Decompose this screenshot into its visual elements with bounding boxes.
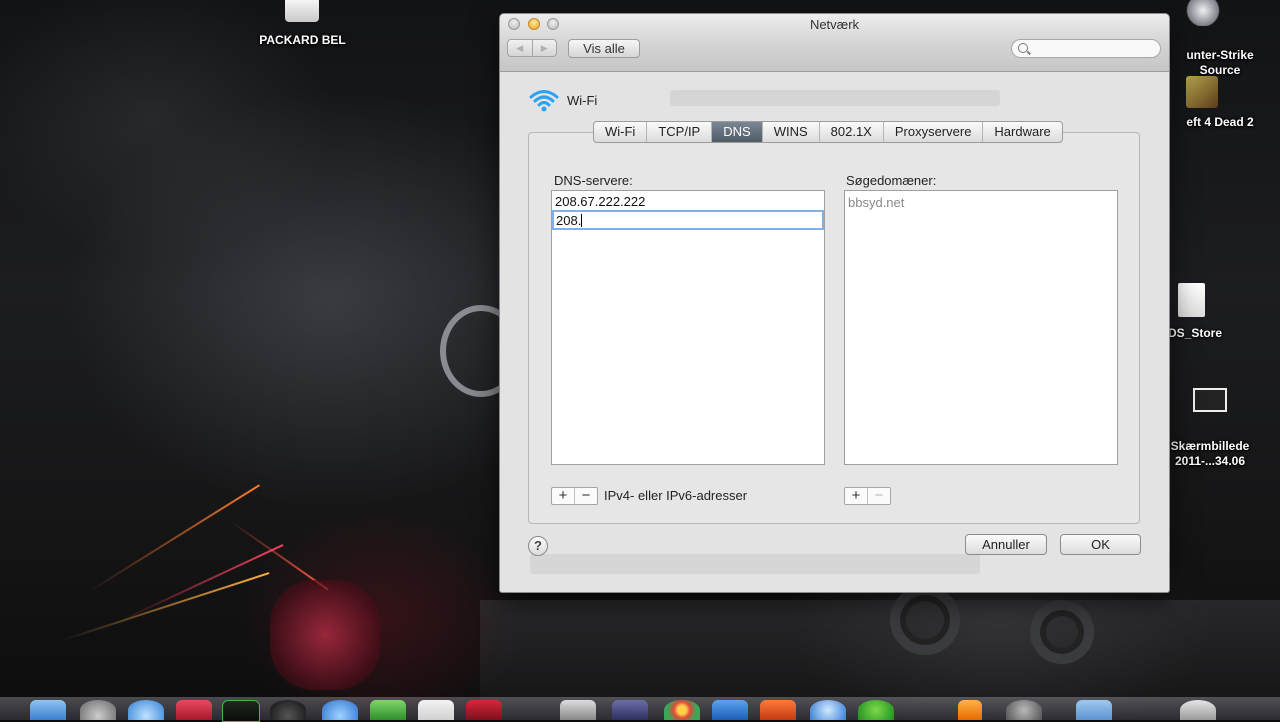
window-title: Netværk	[809, 17, 860, 32]
photo-booth-icon[interactable]	[176, 700, 212, 720]
desktop-icon-label: DS_Store	[1167, 326, 1223, 340]
search-field[interactable]	[1011, 39, 1161, 58]
globe-icon[interactable]	[810, 700, 846, 720]
itunes-icon[interactable]	[322, 700, 358, 720]
list-item[interactable]: bbsyd.net	[848, 195, 904, 210]
tab-bar: Wi-Fi TCP/IP DNS WINS 802.1X Proxyserver…	[593, 121, 1063, 143]
photobooth-red-icon[interactable]	[466, 700, 502, 720]
app-orange-icon[interactable]	[760, 700, 796, 720]
desktop-icon-label: unter-Strike Source	[1186, 48, 1254, 77]
help-button[interactable]: ?	[528, 536, 548, 556]
desktop-icon-counter-strike[interactable]: unter-Strike Source	[1160, 33, 1280, 78]
tab-dns[interactable]: DNS	[712, 122, 763, 142]
system-preferences-icon[interactable]	[1006, 700, 1042, 720]
utorrent-icon[interactable]	[858, 700, 894, 720]
desktop-icon-packard-bel[interactable]: PACKARD BEL	[250, 33, 355, 48]
text-cursor	[581, 214, 583, 227]
vlc-icon[interactable]	[958, 700, 982, 720]
after-effects-icon[interactable]	[612, 700, 648, 720]
dashboard-icon[interactable]	[270, 700, 306, 720]
background-location-popup	[670, 90, 1000, 106]
dns-server-edit-field[interactable]: 208.	[552, 210, 824, 230]
ok-button[interactable]: OK	[1060, 534, 1141, 555]
desktop-icon-ds-store[interactable]: DS_Store	[1160, 326, 1230, 341]
desktop-icon-label: Skærmbillede 2011-...34.06	[1170, 439, 1250, 468]
folder-icon[interactable]	[1076, 700, 1112, 720]
search-icon	[1018, 43, 1028, 53]
finder-icon[interactable]	[30, 700, 66, 720]
wallpaper-wheel	[890, 585, 960, 655]
dns-add-remove-control: + −	[551, 487, 598, 505]
desktop-icon-left-4-dead-2[interactable]: eft 4 Dead 2	[1160, 115, 1280, 130]
dns-server-edit-value: 208.	[556, 213, 582, 228]
wifi-icon	[529, 90, 559, 112]
wallpaper-wheel	[1030, 600, 1094, 664]
trash-icon[interactable]	[1180, 700, 1216, 720]
calendar-icon[interactable]	[418, 700, 454, 720]
tab-8021x[interactable]: 802.1X	[820, 122, 884, 142]
add-dns-button[interactable]: +	[552, 488, 574, 504]
show-all-button[interactable]: Vis alle	[568, 39, 640, 58]
tab-wins[interactable]: WINS	[763, 122, 820, 142]
desktop-icon-label: eft 4 Dead 2	[1186, 115, 1254, 129]
tab-hardware[interactable]: Hardware	[983, 122, 1061, 142]
tab-tcpip[interactable]: TCP/IP	[647, 122, 713, 142]
activity-monitor-icon[interactable]	[222, 700, 260, 722]
background-footer-area	[530, 554, 980, 574]
back-forward-control[interactable]: ◀ ▶	[507, 39, 557, 57]
game-icon[interactable]	[1186, 76, 1218, 108]
dns-address-hint: IPv4- eller IPv6-adresser	[604, 488, 748, 503]
dns-servers-list[interactable]: 208.67.222.222 208.	[551, 190, 825, 465]
tab-proxies[interactable]: Proxyservere	[884, 122, 984, 142]
game-icon[interactable]	[1185, 0, 1221, 26]
back-arrow-icon[interactable]: ◀	[508, 40, 532, 56]
remove-domain-button[interactable]: −	[867, 488, 890, 504]
desktop-icon-label: PACKARD BEL	[259, 33, 346, 47]
film-icon[interactable]	[560, 700, 596, 720]
remove-dns-button[interactable]: −	[574, 488, 597, 504]
wallpaper-streak	[59, 572, 270, 642]
wallpaper-streak	[89, 484, 261, 592]
search-domain-add-remove-control: + −	[844, 487, 891, 505]
desktop-icon-screenshot[interactable]: Skærmbillede 2011-...34.06	[1160, 424, 1260, 469]
drive-icon[interactable]	[285, 0, 319, 22]
interface-name: Wi-Fi	[567, 93, 598, 108]
dns-servers-label: DNS-servere:	[554, 173, 633, 188]
search-domains-label: Søgedomæner:	[846, 173, 937, 188]
search-domains-list[interactable]: bbsyd.net	[844, 190, 1118, 465]
network-preferences-window: Netværk ◀ ▶ Vis alle Wi-Fi DNS-servere: …	[499, 13, 1170, 593]
list-item[interactable]: 208.67.222.222	[555, 194, 645, 209]
add-domain-button[interactable]: +	[845, 488, 867, 504]
messenger-icon[interactable]	[370, 700, 406, 720]
title-bar: Netværk ◀ ▶ Vis alle	[500, 14, 1169, 72]
chrome-icon[interactable]	[664, 700, 700, 720]
word-icon[interactable]	[712, 700, 748, 720]
screenshot-icon[interactable]	[1193, 388, 1227, 412]
cancel-button[interactable]: Annuller	[965, 534, 1047, 555]
wallpaper-blob	[270, 580, 380, 690]
launchpad-icon[interactable]	[80, 700, 116, 720]
dns-panel: DNS-servere: 208.67.222.222 208. + − IPv…	[528, 132, 1140, 524]
app-store-icon[interactable]	[128, 700, 164, 720]
forward-arrow-icon[interactable]: ▶	[531, 40, 557, 56]
tab-wifi[interactable]: Wi-Fi	[594, 122, 648, 142]
document-icon[interactable]	[1178, 283, 1205, 317]
